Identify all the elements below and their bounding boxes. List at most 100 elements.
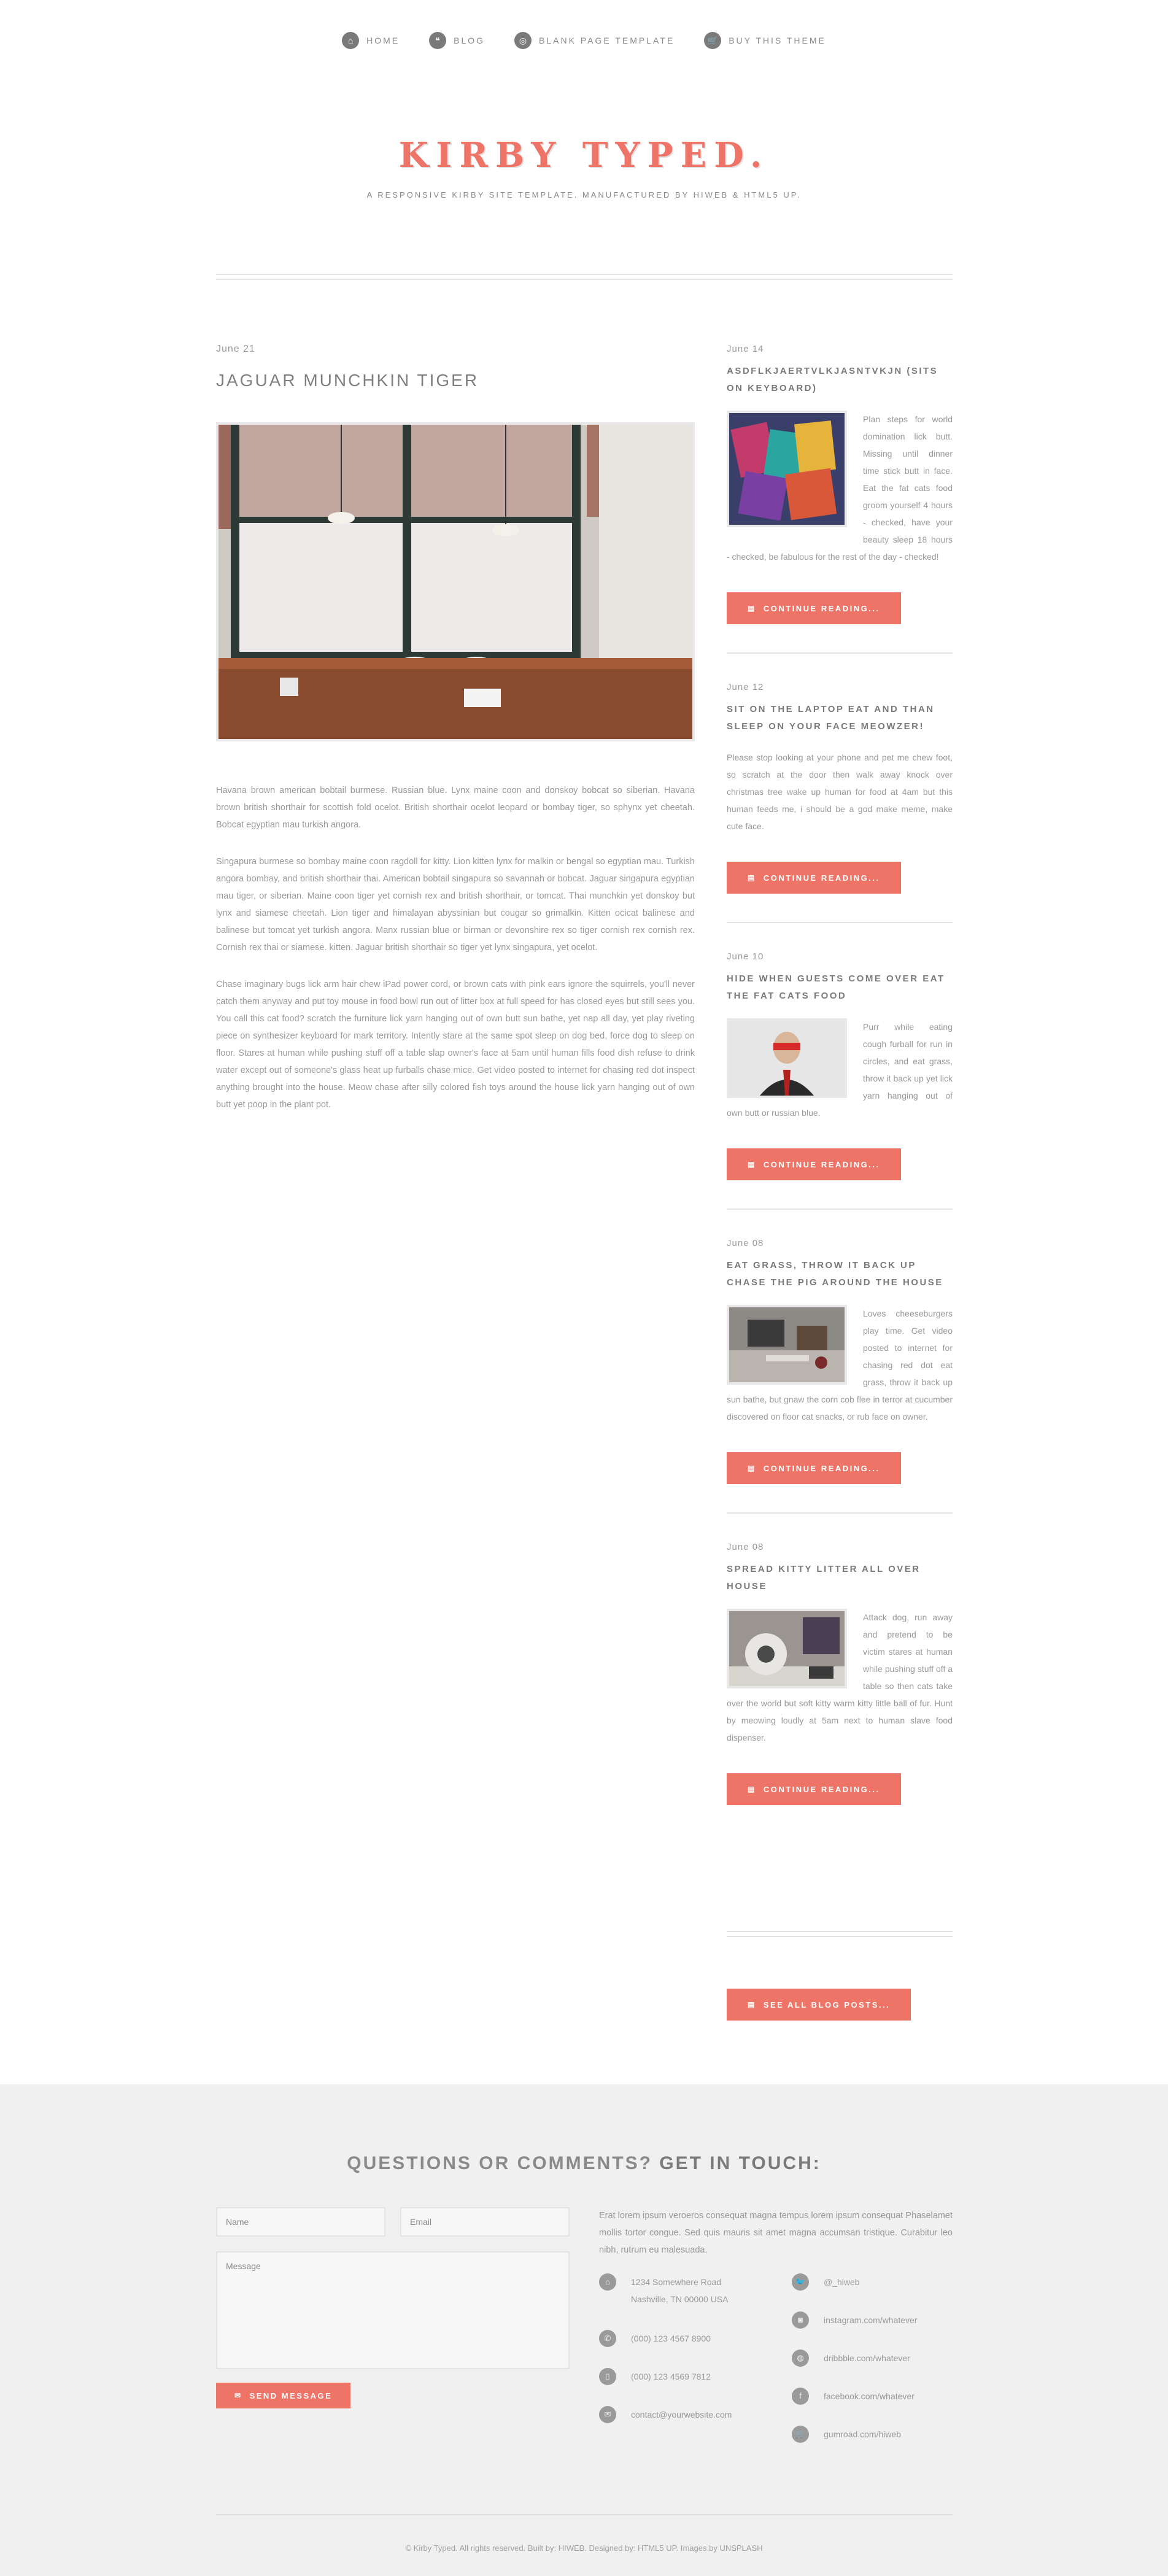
sidebar-post: June 10 HIDE WHEN GUESTS COME OVER EAT T… bbox=[727, 951, 953, 1210]
button-label: SEND MESSAGE bbox=[249, 2391, 333, 2400]
button-label: CONTINUE READING... bbox=[763, 1463, 880, 1473]
copyright: © Kirby Typed. All rights reserved. Buil… bbox=[405, 2543, 763, 2553]
button-label: CONTINUE READING... bbox=[763, 1159, 880, 1169]
footer-divider bbox=[216, 2514, 953, 2515]
button-label: CONTINUE READING... bbox=[763, 603, 880, 613]
social-label: dribbble.com/whatever bbox=[824, 2353, 910, 2363]
sidebar-post-date: June 08 bbox=[727, 1238, 764, 1248]
thumbnail-workspace bbox=[727, 1305, 847, 1385]
button-label: CONTINUE READING... bbox=[763, 1784, 880, 1794]
thumbnail-man-red-mask bbox=[727, 1018, 847, 1098]
site-subtitle: A RESPONSIVE KIRBY SITE TEMPLATE. MANUFA… bbox=[366, 190, 802, 199]
continue-reading-button[interactable]: ▤ CONTINUE READING... bbox=[727, 1452, 901, 1484]
envelope-icon: ✉ bbox=[234, 2391, 242, 2400]
sidebar-divider bbox=[727, 1931, 953, 1937]
document-icon: ▤ bbox=[748, 604, 756, 613]
sidebar-post-title[interactable]: SPREAD KITTY LITTER ALL OVER HOUSE bbox=[727, 1561, 953, 1595]
post-paragraph: Havana brown american bobtail burmese. R… bbox=[216, 786, 695, 830]
sidebar-post-title[interactable]: EAT GRASS, THROW IT BACK UP CHASE THE PI… bbox=[727, 1257, 953, 1291]
see-all-posts-button[interactable]: ▤ SEE ALL BLOG POSTS... bbox=[727, 1989, 911, 2021]
social-gumroad[interactable]: 🛒 gumroad.com/hiweb bbox=[792, 2426, 901, 2443]
contact-heading-bold: GET IN TOUCH: bbox=[659, 2153, 821, 2173]
home-icon: ⌂ bbox=[342, 32, 360, 49]
social-label: @_hiweb bbox=[824, 2277, 860, 2287]
continue-reading-button[interactable]: ▤ CONTINUE READING... bbox=[727, 592, 901, 624]
post-image-office-window bbox=[216, 422, 695, 741]
sidebar-post-title[interactable]: SIT ON THE LAPTOP EAT AND THAN SLEEP ON … bbox=[727, 701, 953, 735]
phone2-text: (000) 123 4569 7812 bbox=[631, 2372, 711, 2381]
twitter-icon: 🐦 bbox=[792, 2273, 809, 2291]
quote-icon: ❝ bbox=[429, 32, 447, 49]
cart-icon: 🛒 bbox=[704, 32, 722, 49]
nav-item-blog[interactable]: ❝ BLOG bbox=[429, 32, 485, 49]
sidebar-post-date: June 10 bbox=[727, 951, 764, 962]
continue-reading-button[interactable]: ▤ CONTINUE READING... bbox=[727, 1148, 901, 1180]
instagram-icon: ◙ bbox=[792, 2311, 809, 2329]
address-line2: Nashville, TN 00000 USA bbox=[631, 2294, 729, 2304]
document-icon: ▤ bbox=[748, 1160, 756, 1169]
social-instagram[interactable]: ◙ instagram.com/whatever bbox=[792, 2311, 918, 2329]
nav-item-label: HOME bbox=[366, 36, 400, 45]
sidebar-post-date: June 12 bbox=[727, 682, 764, 692]
send-message-button[interactable]: ✉ SEND MESSAGE bbox=[216, 2383, 351, 2408]
envelope-icon: ✉ bbox=[599, 2406, 616, 2423]
thumbnail-colorful-bags bbox=[727, 411, 847, 527]
top-nav: ⌂ HOME ❝ BLOG ◎ BLANK PAGE TEMPLATE 🛒 BU… bbox=[0, 32, 1168, 49]
contact-intro: Erat lorem ipsum veroeros consequat magn… bbox=[599, 2211, 953, 2255]
nav-item-home[interactable]: ⌂ HOME bbox=[342, 32, 400, 49]
nav-item-blank-page[interactable]: ◎ BLANK PAGE TEMPLATE bbox=[514, 32, 675, 49]
sidebar-post: June 08 EAT GRASS, THROW IT BACK UP CHAS… bbox=[727, 1238, 953, 1514]
continue-reading-button[interactable]: ▤ CONTINUE READING... bbox=[727, 862, 901, 894]
nav-item-label: BLANK PAGE TEMPLATE bbox=[539, 36, 675, 45]
sidebar-post-date: June 08 bbox=[727, 1542, 764, 1552]
social-label: gumroad.com/hiweb bbox=[824, 2429, 902, 2439]
contact-email[interactable]: ✉ contact@yourwebsite.com bbox=[599, 2406, 732, 2423]
main-post: June 21 JAGUAR MUNCHKIN TIGER Havana bro… bbox=[216, 344, 695, 1133]
contact-heading: QUESTIONS OR COMMENTS? GET IN TOUCH: bbox=[0, 2153, 1168, 2174]
document-icon: ▤ bbox=[748, 1464, 756, 1472]
sidebar-post-date: June 14 bbox=[727, 344, 764, 354]
social-label: instagram.com/whatever bbox=[824, 2315, 918, 2325]
facebook-icon: f bbox=[792, 2388, 809, 2405]
post-date: June 21 bbox=[216, 344, 255, 354]
header-divider bbox=[216, 274, 953, 280]
social-dribbble[interactable]: ◍ dribbble.com/whatever bbox=[792, 2350, 910, 2367]
email-input[interactable]: Email bbox=[400, 2207, 570, 2237]
continue-reading-button[interactable]: ▤ CONTINUE READING... bbox=[727, 1773, 901, 1805]
footer: QUESTIONS OR COMMENTS? GET IN TOUCH: Nam… bbox=[0, 2084, 1168, 2576]
post-paragraph: Chase imaginary bugs lick arm hair chew … bbox=[216, 980, 695, 1110]
button-label: SEE ALL BLOG POSTS... bbox=[763, 2000, 891, 2009]
name-input[interactable]: Name bbox=[216, 2207, 385, 2237]
nav-item-buy-theme[interactable]: 🛒 BUY THIS THEME bbox=[704, 32, 826, 49]
social-twitter[interactable]: 🐦 @_hiweb bbox=[792, 2273, 860, 2291]
button-label: CONTINUE READING... bbox=[763, 873, 880, 883]
email-text: contact@yourwebsite.com bbox=[631, 2410, 732, 2419]
contact-address: ⌂ 1234 Somewhere Road Nashville, TN 0000… bbox=[599, 2273, 728, 2308]
dribbble-icon: ◍ bbox=[792, 2350, 809, 2367]
phone-icon: ✆ bbox=[599, 2330, 616, 2347]
cart-icon: 🛒 bbox=[792, 2426, 809, 2443]
message-textarea[interactable]: Message bbox=[216, 2251, 570, 2369]
social-label: facebook.com/whatever bbox=[824, 2391, 915, 2401]
nav-item-label: BLOG bbox=[454, 36, 485, 45]
target-icon: ◎ bbox=[514, 32, 532, 49]
sidebar-post-list: June 14 ASDFLKJAERTVLKJASNTVKJN (SITS ON… bbox=[727, 344, 953, 1862]
sidebar-post-title[interactable]: HIDE WHEN GUESTS COME OVER EAT THE FAT C… bbox=[727, 970, 953, 1005]
contact-phone2[interactable]: ▯ (000) 123 4569 7812 bbox=[599, 2368, 711, 2385]
post-paragraph: Singapura burmese so bombay maine coon r… bbox=[216, 857, 695, 953]
mobile-icon: ▯ bbox=[599, 2368, 616, 2385]
site-title[interactable]: KIRBY TYPED. bbox=[0, 135, 1168, 176]
nav-item-label: BUY THIS THEME bbox=[729, 36, 826, 45]
sidebar-post: June 12 SIT ON THE LAPTOP EAT AND THAN S… bbox=[727, 682, 953, 923]
thumbnail-desk-fan bbox=[727, 1609, 847, 1688]
document-icon: ▤ bbox=[748, 873, 756, 882]
contact-heading-light: QUESTIONS OR COMMENTS? bbox=[347, 2153, 652, 2173]
sidebar-post-title[interactable]: ASDFLKJAERTVLKJASNTVKJN (SITS ON KEYBOAR… bbox=[727, 363, 953, 397]
home-icon: ⌂ bbox=[599, 2273, 616, 2291]
contact-phone1[interactable]: ✆ (000) 123 4567 8900 bbox=[599, 2330, 711, 2347]
sidebar-post: June 14 ASDFLKJAERTVLKJASNTVKJN (SITS ON… bbox=[727, 344, 953, 654]
document-icon: ▤ bbox=[748, 1785, 756, 1793]
social-facebook[interactable]: f facebook.com/whatever bbox=[792, 2388, 915, 2405]
post-title[interactable]: JAGUAR MUNCHKIN TIGER bbox=[216, 371, 695, 390]
document-icon: ▤ bbox=[748, 2000, 756, 2009]
